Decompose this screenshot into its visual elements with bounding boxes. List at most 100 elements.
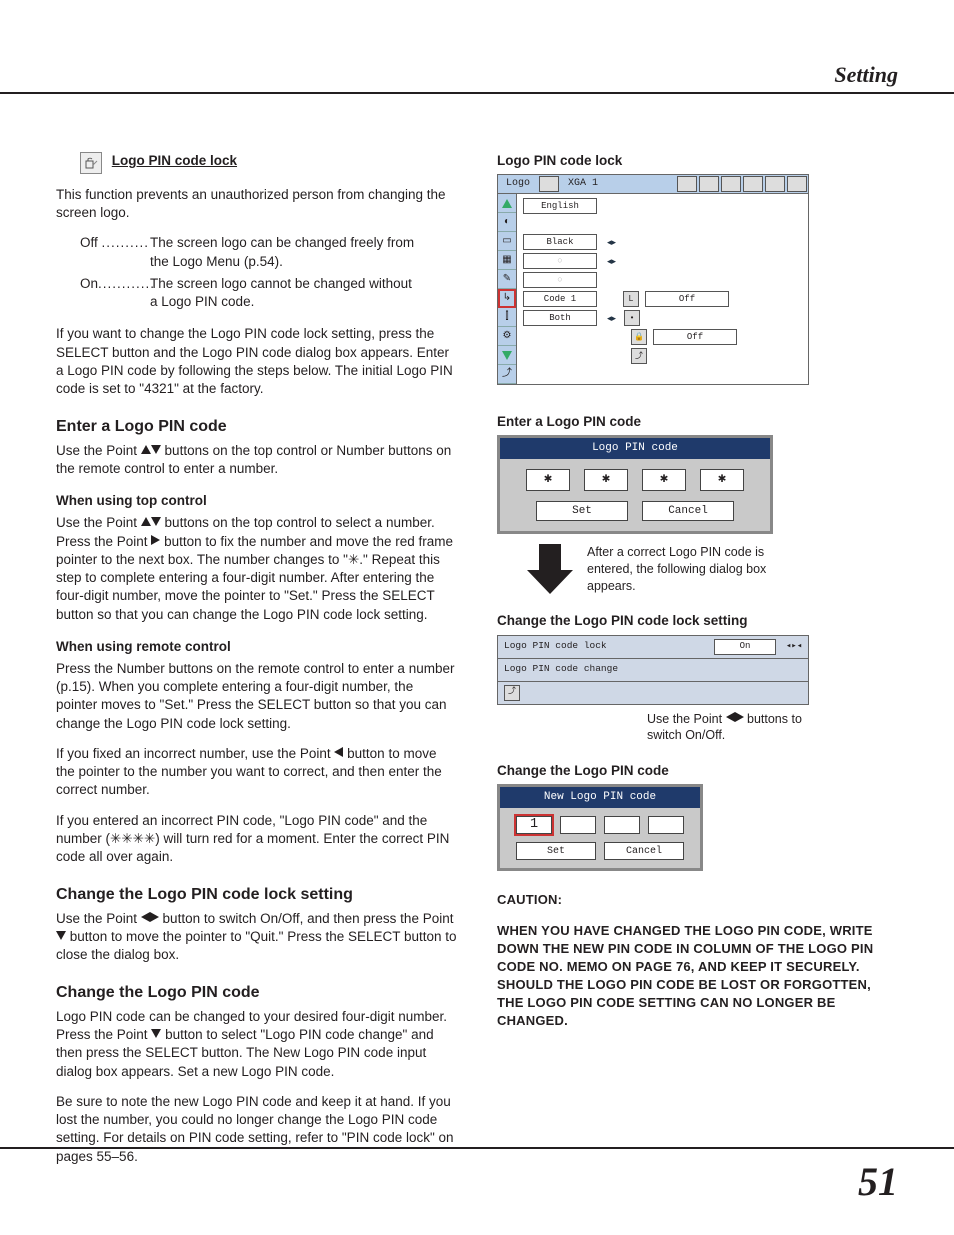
sidebar-icon: ⚙ [498, 327, 516, 346]
menu-icon [677, 176, 697, 192]
pin-cell [560, 816, 596, 834]
point-left-icon [141, 912, 150, 922]
menu-logo-label: Logo [498, 177, 538, 191]
top-control-para: Use the Point buttons on the top control… [56, 514, 457, 623]
text: button to move the pointer to "Quit." Pr… [56, 929, 457, 962]
osd-heading: Logo PIN code lock [497, 152, 898, 170]
new-pin-title: New Logo PIN code [500, 787, 700, 808]
remote-control-p2: If you fixed an incorrect number, use th… [56, 745, 457, 800]
leader-dots: .......... [102, 235, 150, 250]
point-right-icon [150, 912, 159, 922]
lr-arrow-icon: ◂▸ [607, 312, 616, 324]
down-arrow-icon [527, 544, 573, 598]
sidebar-icon: ▭ [498, 232, 516, 251]
menu-icon [699, 176, 719, 192]
pin-cell: ✱ [642, 469, 686, 491]
enter-pin-heading: Enter a Logo PIN code [56, 416, 457, 438]
text: Use the Point [647, 712, 726, 726]
sidebar-icon: ▦ [498, 251, 516, 270]
pin-cell: ✱ [584, 469, 628, 491]
change-code-p2: Be sure to note the new Logo PIN code an… [56, 1093, 457, 1166]
arrow-and-note: After a correct Logo PIN code is entered… [527, 544, 898, 598]
text: If you fixed an incorrect number, use th… [56, 746, 334, 761]
lr-arrow-icon: ◂▸ [607, 236, 616, 248]
change-lock-para: Use the Point button to switch On/Off, a… [56, 910, 457, 965]
text: Use the Point [56, 515, 141, 530]
leader-dots: ............ [98, 276, 155, 291]
menu-icon [765, 176, 785, 192]
switch-note: Use the Point buttons to switch On/Off. [647, 711, 817, 745]
sidebar-icon: ⫿ [498, 308, 516, 327]
new-pin-dialog: New Logo PIN code 1 Set Cancel [497, 784, 703, 871]
top-control-heading: When using top control [56, 492, 457, 510]
remote-control-p1: Press the Number buttons on the remote c… [56, 660, 457, 733]
point-up-icon [141, 517, 151, 526]
lock-row-label: Logo PIN code lock [498, 640, 710, 653]
remote-control-p3: If you entered an incorrect PIN code, "L… [56, 812, 457, 867]
on-desc-line2: a Logo PIN code. [150, 293, 254, 311]
text: button to switch On/Off, and then press … [159, 911, 454, 926]
caution-body: WHEN YOU HAVE CHANGED THE LOGO PIN CODE,… [497, 922, 898, 1031]
lock-row-label: Logo PIN code change [498, 663, 808, 676]
osd-sidebar: ◐ ▭ ▦ ✎ ↳ ⫿ ⚙ ⤴ [498, 194, 517, 384]
pin-set-button: Set [536, 501, 628, 521]
logo-lock-section: Logo PIN code lock [56, 152, 457, 174]
logo-lock-intro: This function prevents an unauthorized p… [56, 186, 457, 222]
exit-icon: ⤴ [498, 365, 516, 384]
change-lock-figure-heading: Change the Logo PIN code lock setting [497, 612, 898, 630]
scroll-up-icon [498, 194, 516, 213]
exit-icon: ⤴ [504, 685, 520, 701]
sidebar-icon: ✎ [498, 270, 516, 289]
right-column: Logo PIN code lock Logo XGA 1 ◐ ▭ ▦ ✎ [497, 152, 898, 1178]
dot-icon: • [624, 310, 640, 326]
menu-icon [787, 176, 807, 192]
exit-icon: ⤴ [631, 348, 647, 364]
menu-mode-label: XGA 1 [560, 177, 606, 191]
sidebar-icon: ◐ [498, 213, 516, 232]
text: Use the Point [56, 911, 141, 926]
pin-cell: ✱ [526, 469, 570, 491]
lock-icon: 🔒 [631, 329, 647, 345]
point-left-icon [726, 712, 735, 722]
off-definition: Off .......... The screen logo can be ch… [56, 234, 457, 270]
point-right-icon [735, 712, 744, 722]
footer-rule [0, 1147, 954, 1149]
enter-pin-figure-heading: Enter a Logo PIN code [497, 413, 898, 431]
osd-value: Both [523, 310, 597, 326]
point-down-icon [151, 517, 161, 526]
caution-heading: CAUTION: [497, 891, 898, 909]
osd-menubar: Logo XGA 1 [498, 175, 808, 194]
off-desc-line2: the Logo Menu (p.54). [150, 253, 283, 271]
remote-control-heading: When using remote control [56, 638, 457, 656]
pin-cell: ✱ [700, 469, 744, 491]
point-up-icon [141, 445, 151, 454]
point-down-icon [151, 445, 161, 454]
pin-dialog-title: Logo PIN code [500, 438, 770, 459]
pin-cancel-button: Cancel [604, 842, 684, 860]
point-down-icon [56, 931, 66, 940]
content-columns: Logo PIN code lock This function prevent… [56, 152, 898, 1178]
point-right-icon [151, 535, 160, 545]
osd-rows: English Black◂▸ ○◂▸ ○ Code 1 LOff Both◂▸… [517, 194, 743, 384]
scroll-down-icon [498, 346, 516, 365]
logo-lock-para: If you want to change the Logo PIN code … [56, 325, 457, 398]
osd-value: Off [653, 329, 737, 345]
pin-cell-active: 1 [516, 816, 552, 834]
osd-value-dim: ○ [523, 272, 597, 288]
pin-set-button: Set [516, 842, 596, 860]
menu-icon [539, 176, 559, 192]
off-term: Off [80, 235, 98, 250]
enter-pin-intro: Use the Point buttons on the top control… [56, 442, 457, 478]
page-number: 51 [858, 1158, 898, 1205]
page: Setting Logo PIN code lock This function… [0, 0, 954, 1235]
osd-value: Code 1 [523, 291, 597, 307]
on-definition: On............ The screen logo cannot be… [56, 275, 457, 311]
pin-cells: ✱ ✱ ✱ ✱ [510, 469, 760, 491]
pin-cell [648, 816, 684, 834]
off-desc-line1: The screen logo can be changed freely fr… [150, 234, 414, 252]
osd-value: English [523, 198, 597, 214]
lock-panel: Logo PIN code lock On ◂▸◂ Logo PIN code … [497, 635, 809, 705]
change-code-heading: Change the Logo PIN code [56, 982, 457, 1004]
osd-value: Black [523, 234, 597, 250]
left-column: Logo PIN code lock This function prevent… [56, 152, 457, 1178]
